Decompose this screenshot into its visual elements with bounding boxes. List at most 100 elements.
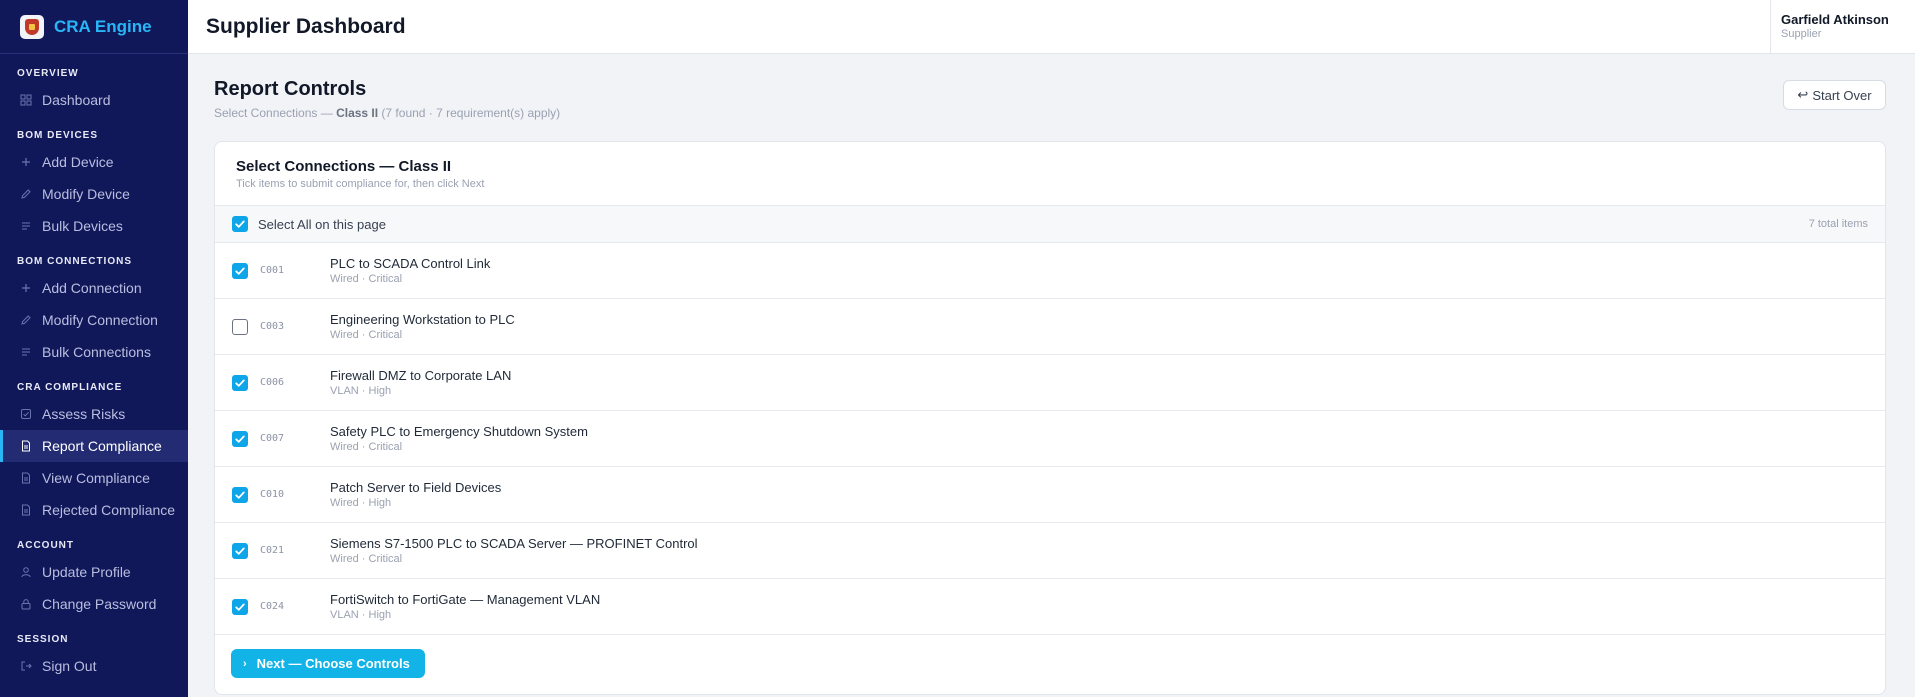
page-subtitle-suffix: (7 found · 7 requirement(s) apply)	[378, 106, 561, 120]
user-icon	[20, 566, 32, 578]
connection-id: C024	[260, 601, 285, 612]
connection-text: Safety PLC to Emergency Shutdown System W…	[330, 424, 588, 453]
sidebar-item-sign-out[interactable]: Sign Out	[0, 650, 188, 682]
connection-id: C003	[260, 321, 285, 332]
table-row[interactable]: C001 PLC to SCADA Control Link Wired · Cri…	[215, 243, 1885, 299]
connection-id: C010	[260, 489, 285, 500]
total-items-count: 7 total items	[1808, 218, 1868, 230]
connection-name: Safety PLC to Emergency Shutdown System	[330, 424, 588, 439]
check-icon	[235, 547, 245, 555]
sidebar-item-label: Add Device	[42, 154, 114, 170]
sidebar-item-modify-connection[interactable]: Modify Connection	[0, 304, 188, 336]
nav-section-cra-compliance: CRA COMPLIANCE Assess Risks Report Complia…	[0, 368, 188, 526]
connection-name: Firewall DMZ to Corporate LAN	[330, 368, 512, 383]
sidebar-item-label: Bulk Connections	[42, 344, 151, 360]
check-icon	[235, 379, 245, 387]
sidebar-item-label: Update Profile	[42, 564, 131, 580]
nav-section-session: SESSION Sign Out	[0, 620, 188, 682]
connection-meta: VLAN · High	[330, 385, 392, 397]
top-bar: Supplier Dashboard Garfield Atkinson Sup…	[188, 0, 1915, 54]
row-checkbox[interactable]	[232, 542, 248, 559]
connection-meta: Wired · Critical	[330, 441, 403, 453]
pencil-icon	[20, 188, 32, 200]
page-subtitle-prefix: Select Connections —	[214, 106, 337, 120]
page-title: Report Controls	[214, 78, 367, 100]
brand[interactable]: CRA Engine	[0, 0, 188, 54]
row-checkbox[interactable]	[232, 318, 248, 335]
sidebar-item-label: Sign Out	[42, 658, 97, 674]
sidebar-item-label: Rejected Compliance	[42, 502, 176, 518]
connection-meta: VLAN · High	[330, 609, 392, 621]
table-row[interactable]: C006 Firewall DMZ to Corporate LAN VLAN · …	[215, 355, 1885, 411]
nav-section-overview: OVERVIEW Dashboard	[0, 54, 188, 116]
sidebar-item-dashboard[interactable]: Dashboard	[0, 84, 188, 116]
user-menu[interactable]: Garfield Atkinson Supplier	[1770, 0, 1915, 54]
sidebar-item-modify-device[interactable]: Modify Device	[0, 178, 188, 210]
connection-text: Siemens S7-1500 PLC to SCADA Server — PR…	[330, 536, 698, 565]
nav-section-bom-devices: BOM DEVICES Add Device Modify Device Bulk D…	[0, 116, 188, 242]
check-icon	[235, 267, 245, 275]
table-row[interactable]: C021 Siemens S7-1500 PLC to SCADA Server …	[215, 523, 1885, 579]
sidebar-item-report-compliance[interactable]: Report Compliance	[0, 430, 188, 462]
sidebar-item-view-compliance[interactable]: View Compliance	[0, 462, 188, 494]
connection-name: Patch Server to Field Devices	[330, 480, 502, 495]
row-checkbox[interactable]	[232, 430, 248, 447]
table-row[interactable]: C010 Patch Server to Field Devices Wired ·…	[215, 467, 1885, 523]
connection-meta: Wired · Critical	[330, 329, 403, 341]
select-all-label: Select All on this page	[258, 216, 386, 232]
sidebar-item-assess-risks[interactable]: Assess Risks	[0, 398, 188, 430]
sidebar-item-add-device[interactable]: Add Device	[0, 146, 188, 178]
checkbox-icon	[20, 408, 32, 420]
sidebar-item-rejected-compliance[interactable]: Rejected Compliance	[0, 494, 188, 526]
plus-icon	[20, 156, 32, 168]
connection-name: FortiSwitch to FortiGate — Management VL…	[330, 592, 601, 607]
sidebar-item-label: View Compliance	[42, 470, 150, 486]
card-subtitle: Tick items to submit compliance for, the…	[236, 178, 485, 190]
card-title: Select Connections — Class II	[236, 158, 452, 175]
brand-name: CRA Engine	[54, 16, 152, 36]
start-over-button[interactable]: ↩ Start Over	[1783, 80, 1886, 110]
sidebar-item-add-connection[interactable]: Add Connection	[0, 272, 188, 304]
row-checkbox[interactable]	[232, 486, 248, 503]
sidebar-item-change-password[interactable]: Change Password	[0, 588, 188, 620]
user-name: Garfield Atkinson	[1781, 12, 1889, 27]
nav-section-title: SESSION	[17, 634, 69, 645]
sidebar: CRA Engine OVERVIEW Dashboard BOM DEVICES A…	[0, 0, 188, 697]
row-checkbox[interactable]	[232, 598, 248, 615]
sidebar-item-label: Change Password	[42, 596, 157, 612]
sidebar-item-label: Report Compliance	[42, 438, 162, 454]
table-row[interactable]: C007 Safety PLC to Emergency Shutdown Sys…	[215, 411, 1885, 467]
user-role: Supplier	[1781, 28, 1822, 40]
chevron-right-icon: ›	[243, 657, 247, 670]
select-all-checkbox[interactable]	[232, 216, 248, 232]
connection-meta: Wired · Critical	[330, 273, 403, 285]
nav-section-title: ACCOUNT	[17, 540, 74, 551]
sidebar-item-bulk-connections[interactable]: Bulk Connections	[0, 336, 188, 368]
sidebar-item-label: Dashboard	[42, 92, 111, 108]
nav-section-title: BOM CONNECTIONS	[17, 256, 132, 267]
row-checkbox[interactable]	[232, 262, 248, 279]
sidebar-item-update-profile[interactable]: Update Profile	[0, 556, 188, 588]
connection-id: C021	[260, 545, 285, 556]
shield-lock-icon	[20, 14, 44, 39]
connection-meta: Wired · High	[330, 497, 392, 509]
list-icon	[20, 346, 32, 358]
table-row[interactable]: C024 FortiSwitch to FortiGate — Managemen…	[215, 579, 1885, 635]
check-icon	[235, 603, 245, 611]
table-row[interactable]: C003 Engineering Workstation to PLC Wired …	[215, 299, 1885, 355]
document-icon	[20, 440, 32, 452]
card-footer: › Next — Choose Controls	[215, 635, 1885, 694]
nav-section-title: OVERVIEW	[17, 68, 79, 79]
card-header: Select Connections — Class II Tick items…	[215, 142, 1885, 206]
next-choose-controls-button[interactable]: › Next — Choose Controls	[231, 649, 425, 678]
connections-list: C001 PLC to SCADA Control Link Wired · Cri…	[215, 243, 1885, 635]
grid-icon	[20, 94, 32, 106]
sidebar-item-bulk-devices[interactable]: Bulk Devices	[0, 210, 188, 242]
connection-text: PLC to SCADA Control Link Wired · Critica…	[330, 256, 490, 285]
sidebar-item-label: Add Connection	[42, 280, 142, 296]
page-subtitle-class: Class II	[336, 106, 379, 120]
connection-id: C007	[260, 433, 285, 444]
document-icon	[20, 504, 32, 516]
row-checkbox[interactable]	[232, 374, 248, 391]
pencil-icon	[20, 314, 32, 326]
